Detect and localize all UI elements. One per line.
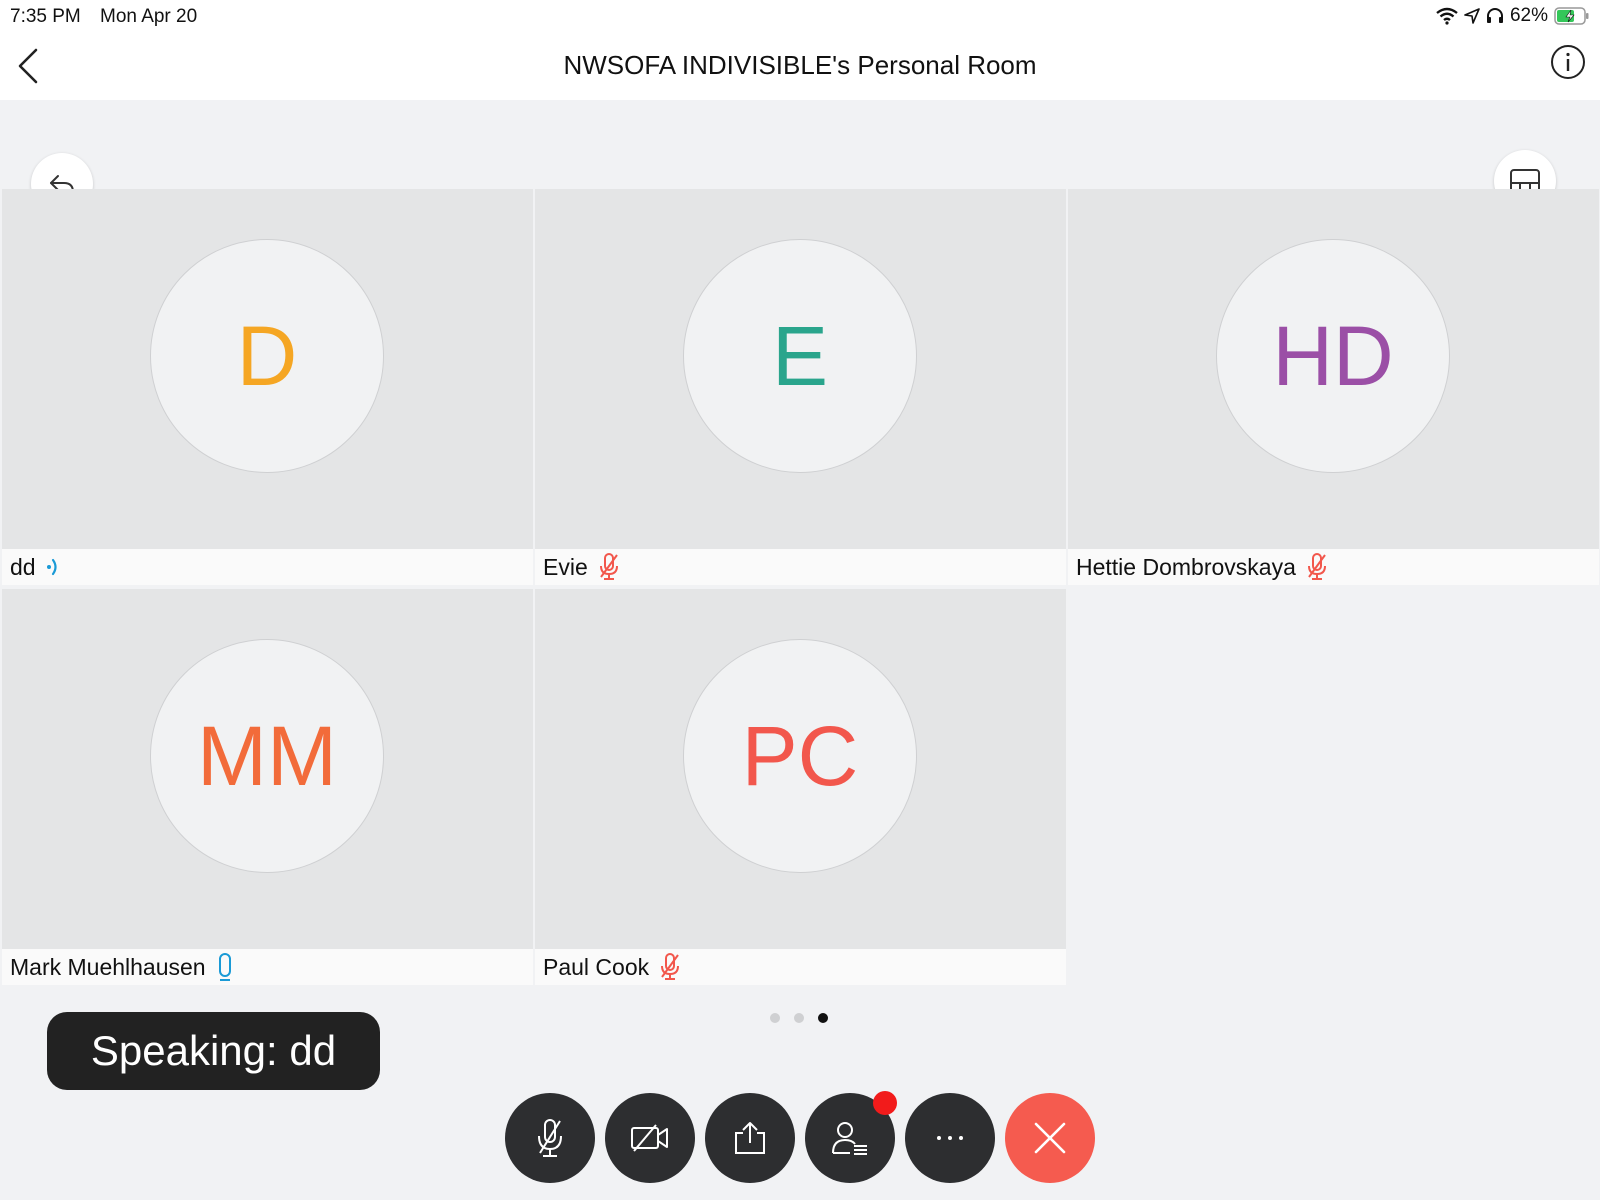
- participant-name: Hettie Dombrovskaya: [1076, 553, 1296, 580]
- status-date: Mon Apr 20: [100, 6, 198, 27]
- microphone-off-icon: [538, 1119, 562, 1157]
- status-bar: 7:35 PM Mon Apr 20 62%: [0, 0, 1600, 30]
- microphone-muted-icon: [659, 952, 681, 982]
- participant-tile[interactable]: MM Mark Muehlhausen: [2, 589, 533, 985]
- participant-tile[interactable]: E Evie: [535, 189, 1066, 585]
- share-button[interactable]: [705, 1093, 795, 1183]
- page-dot[interactable]: [794, 1013, 804, 1023]
- video-off-icon: [631, 1124, 668, 1152]
- page-title: NWSOFA INDIVISIBLE's Personal Room: [563, 50, 1037, 80]
- avatar: PC: [683, 639, 917, 873]
- page-indicator[interactable]: [770, 1013, 828, 1023]
- info-icon: [1551, 45, 1585, 79]
- page-dot-active[interactable]: [818, 1013, 828, 1023]
- leave-button[interactable]: [1005, 1093, 1095, 1183]
- avatar: HD: [1216, 239, 1450, 473]
- participant-namebar: Hettie Dombrovskaya: [1068, 549, 1599, 585]
- participants-icon: [832, 1122, 867, 1155]
- avatar-initials: D: [236, 308, 298, 403]
- avatar: E: [683, 239, 917, 473]
- participant-tile[interactable]: D dd: [2, 189, 533, 585]
- wifi-icon: [1436, 7, 1458, 25]
- avatar: D: [150, 239, 384, 473]
- close-icon: [1034, 1122, 1066, 1154]
- page-dot[interactable]: [770, 1013, 780, 1023]
- location-icon: [1464, 8, 1480, 24]
- participant-name: Evie: [543, 553, 588, 580]
- participant-namebar: Paul Cook: [535, 949, 1066, 985]
- microphone-muted-icon: [598, 552, 620, 582]
- info-button[interactable]: [1550, 44, 1586, 80]
- status-icons: 62%: [1436, 4, 1590, 28]
- status-time: 7:35 PM: [10, 6, 81, 27]
- avatar: MM: [150, 639, 384, 873]
- participants-button[interactable]: [805, 1091, 897, 1183]
- avatar-initials: MM: [197, 708, 337, 803]
- battery-percent: 62%: [1509, 5, 1548, 26]
- microphone-icon: [216, 952, 234, 982]
- avatar-initials: E: [771, 308, 829, 403]
- participant-namebar: dd: [2, 549, 533, 585]
- speaking-indicator: Speaking: dd: [47, 1012, 380, 1090]
- participant-name: Paul Cook: [543, 953, 650, 980]
- share-icon: [735, 1122, 765, 1154]
- avatar-initials: HD: [1272, 308, 1394, 403]
- speaking-indicator-icon: [46, 555, 62, 579]
- avatar-initials: PC: [741, 708, 859, 803]
- notification-badge: [873, 1091, 897, 1115]
- battery-charging-icon: [1554, 7, 1589, 25]
- participant-name: dd: [10, 553, 36, 580]
- participant-namebar: Mark Muehlhausen: [2, 949, 533, 985]
- participant-namebar: Evie: [535, 549, 1066, 585]
- participant-tile[interactable]: HD Hettie Dombrovskaya: [1068, 189, 1599, 585]
- video-button[interactable]: [605, 1093, 695, 1183]
- mute-button[interactable]: [505, 1093, 595, 1183]
- more-icon: [937, 1136, 963, 1140]
- participant-tile[interactable]: PC Paul Cook: [535, 589, 1066, 985]
- nav-bar: NWSOFA INDIVISIBLE's Personal Room: [0, 30, 1600, 100]
- participant-name: Mark Muehlhausen: [10, 953, 206, 980]
- microphone-muted-icon: [1306, 552, 1328, 582]
- headphones-icon: [1486, 8, 1503, 23]
- more-button[interactable]: [905, 1093, 995, 1183]
